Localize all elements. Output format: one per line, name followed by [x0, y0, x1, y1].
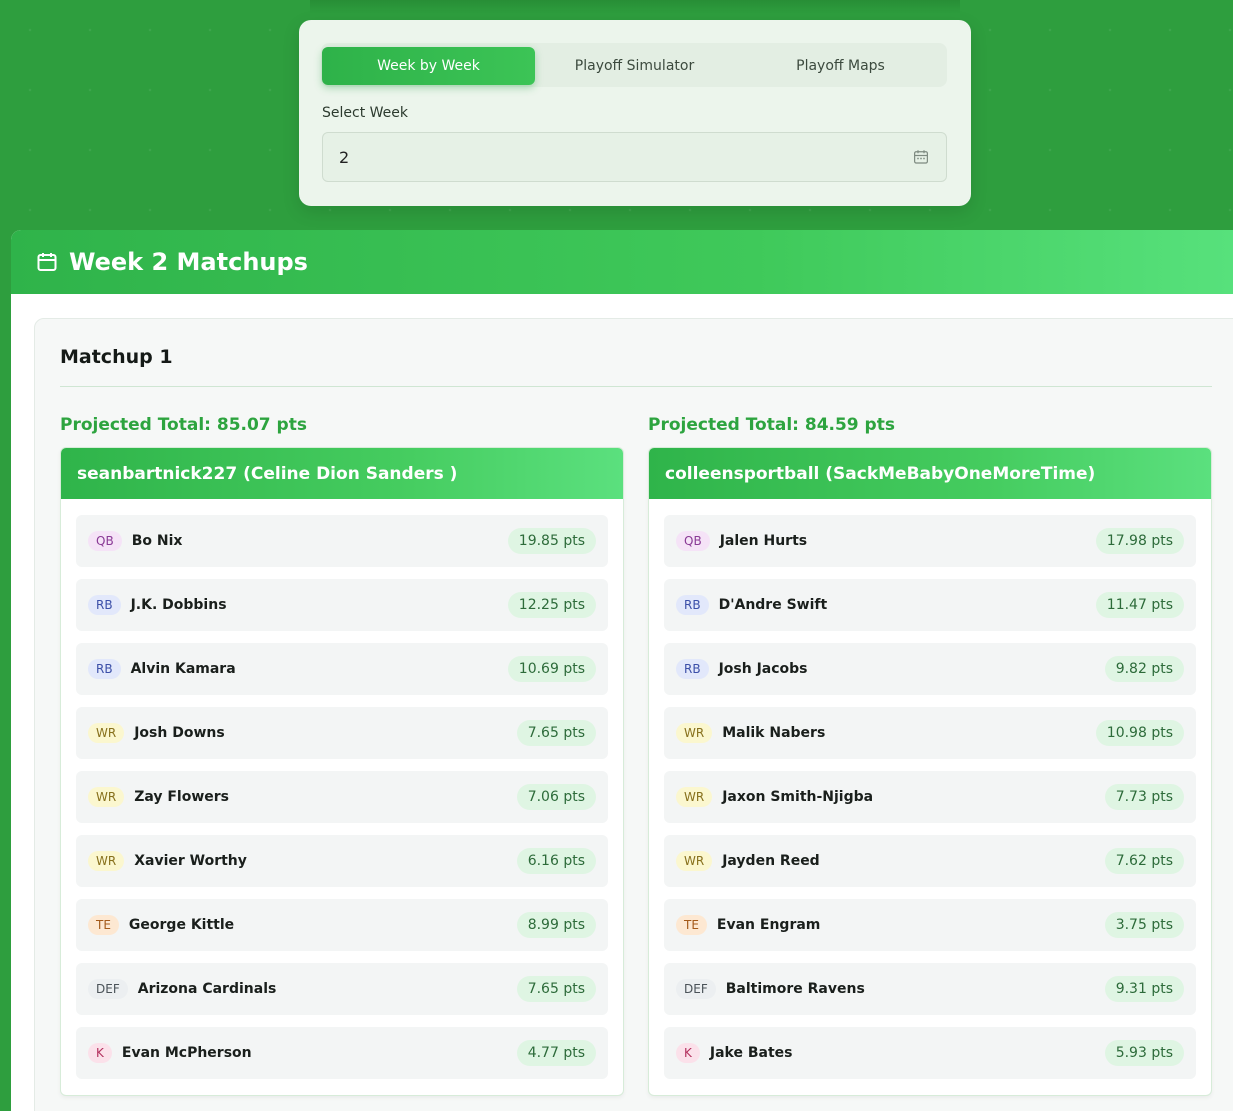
player-name: Arizona Cardinals: [137, 981, 277, 997]
player-row: RB Alvin Kamara 10.69 pts: [76, 643, 608, 695]
player-name: Jayden Reed: [722, 853, 820, 869]
week-select-input[interactable]: 2: [322, 132, 947, 182]
player-name: Jake Bates: [709, 1045, 793, 1061]
player-row: TE Evan Engram 3.75 pts: [664, 899, 1196, 951]
points-badge: 7.65 pts: [516, 976, 596, 1002]
position-badge: K: [88, 1043, 112, 1063]
calendar-icon[interactable]: [912, 148, 930, 166]
player-row: RB J.K. Dobbins 12.25 pts: [76, 579, 608, 631]
player-name: Josh Jacobs: [718, 661, 808, 677]
position-badge: WR: [88, 851, 125, 871]
player-name: Malik Nabers: [722, 725, 826, 741]
position-badge: RB: [676, 659, 709, 679]
position-badge: DEF: [88, 979, 128, 999]
position-badge: TE: [676, 915, 707, 935]
player-name: Zay Flowers: [134, 789, 230, 805]
player-row: DEF Baltimore Ravens 9.31 pts: [664, 963, 1196, 1015]
position-badge: WR: [88, 723, 125, 743]
matchups-panel: Week 2 Matchups Matchup 1 Projected Tota…: [11, 230, 1233, 1111]
player-row: WR Jaxon Smith-Njigba 7.73 pts: [664, 771, 1196, 823]
points-badge: 9.31 pts: [1104, 976, 1184, 1002]
player-row: K Evan McPherson 4.77 pts: [76, 1027, 608, 1079]
points-badge: 10.69 pts: [507, 656, 596, 682]
player-row: QB Bo Nix 19.85 pts: [76, 515, 608, 567]
position-badge: WR: [676, 851, 713, 871]
player-row: K Jake Bates 5.93 pts: [664, 1027, 1196, 1079]
points-badge: 7.65 pts: [516, 720, 596, 746]
team-column-1: Projected Total: 85.07 pts seanbartnick2…: [60, 415, 624, 1096]
player-row: WR Zay Flowers 7.06 pts: [76, 771, 608, 823]
player-row: WR Malik Nabers 10.98 pts: [664, 707, 1196, 759]
points-badge: 3.75 pts: [1104, 912, 1184, 938]
projected-total: Projected Total: 85.07 pts: [60, 415, 307, 435]
player-name: Evan McPherson: [121, 1045, 252, 1061]
team-name: seanbartnick227 (Celine Dion Sanders ): [61, 448, 623, 499]
position-badge: RB: [88, 595, 121, 615]
points-badge: 8.99 pts: [516, 912, 596, 938]
points-badge: 5.93 pts: [1104, 1040, 1184, 1066]
player-name: Jaxon Smith-Njigba: [722, 789, 874, 805]
tab-playoff-maps[interactable]: Playoff Maps: [734, 47, 947, 85]
view-tabs: Week by Week Playoff Simulator Playoff M…: [321, 43, 947, 87]
position-badge: RB: [676, 595, 709, 615]
points-badge: 10.98 pts: [1095, 720, 1184, 746]
divider: [60, 386, 1212, 387]
points-badge: 17.98 pts: [1095, 528, 1184, 554]
player-name: Evan Engram: [716, 917, 821, 933]
week-select-value: 2: [339, 147, 350, 167]
view-controls-card: Week by Week Playoff Simulator Playoff M…: [299, 20, 971, 206]
calendar-icon: [37, 253, 57, 271]
points-badge: 7.73 pts: [1104, 784, 1184, 810]
select-week-label: Select Week: [322, 105, 408, 121]
player-name: Alvin Kamara: [130, 661, 236, 677]
projected-total: Projected Total: 84.59 pts: [648, 415, 895, 435]
player-name: Bo Nix: [131, 533, 183, 549]
player-row: WR Josh Downs 7.65 pts: [76, 707, 608, 759]
position-badge: WR: [88, 787, 125, 807]
player-name: Xavier Worthy: [134, 853, 247, 869]
team-card: seanbartnick227 (Celine Dion Sanders ) Q…: [60, 447, 624, 1096]
roster-list: QB Jalen Hurts 17.98 pts RB D'Andre Swift 11.…: [649, 499, 1211, 1095]
player-name: Josh Downs: [134, 725, 225, 741]
player-row: RB Josh Jacobs 9.82 pts: [664, 643, 1196, 695]
position-badge: WR: [676, 787, 713, 807]
player-row: TE George Kittle 8.99 pts: [76, 899, 608, 951]
tab-week-by-week[interactable]: Week by Week: [322, 47, 535, 85]
matchup-title: Matchup 1: [60, 346, 173, 368]
points-badge: 7.62 pts: [1104, 848, 1184, 874]
position-badge: QB: [88, 531, 122, 551]
points-badge: 6.16 pts: [516, 848, 596, 874]
position-badge: K: [676, 1043, 700, 1063]
position-badge: RB: [88, 659, 121, 679]
player-name: Jalen Hurts: [719, 533, 808, 549]
position-badge: TE: [88, 915, 119, 935]
team-column-2: Projected Total: 84.59 pts colleensportb…: [648, 415, 1212, 1096]
player-row: WR Jayden Reed 7.62 pts: [664, 835, 1196, 887]
matchup-card: Matchup 1 Projected Total: 85.07 pts sea…: [34, 318, 1233, 1111]
points-badge: 11.47 pts: [1095, 592, 1184, 618]
player-row: WR Xavier Worthy 6.16 pts: [76, 835, 608, 887]
player-row: RB D'Andre Swift 11.47 pts: [664, 579, 1196, 631]
player-row: QB Jalen Hurts 17.98 pts: [664, 515, 1196, 567]
top-shadow: [310, 0, 960, 14]
position-badge: QB: [676, 531, 710, 551]
position-badge: DEF: [676, 979, 716, 999]
team-name: colleensportball (SackMeBabyOneMoreTime): [649, 448, 1211, 499]
player-row: DEF Arizona Cardinals 7.65 pts: [76, 963, 608, 1015]
points-badge: 7.06 pts: [516, 784, 596, 810]
player-name: Baltimore Ravens: [725, 981, 865, 997]
points-badge: 9.82 pts: [1104, 656, 1184, 682]
tab-playoff-simulator[interactable]: Playoff Simulator: [528, 47, 741, 85]
player-name: J.K. Dobbins: [130, 597, 227, 613]
position-badge: WR: [676, 723, 713, 743]
points-badge: 19.85 pts: [507, 528, 596, 554]
team-card: colleensportball (SackMeBabyOneMoreTime)…: [648, 447, 1212, 1096]
matchups-header: Week 2 Matchups: [11, 230, 1233, 294]
player-name: George Kittle: [128, 917, 235, 933]
roster-list: QB Bo Nix 19.85 pts RB J.K. Dobbins 12.25 pts…: [61, 499, 623, 1095]
page-title: Week 2 Matchups: [69, 248, 308, 276]
player-name: D'Andre Swift: [718, 597, 828, 613]
points-badge: 12.25 pts: [507, 592, 596, 618]
points-badge: 4.77 pts: [516, 1040, 596, 1066]
